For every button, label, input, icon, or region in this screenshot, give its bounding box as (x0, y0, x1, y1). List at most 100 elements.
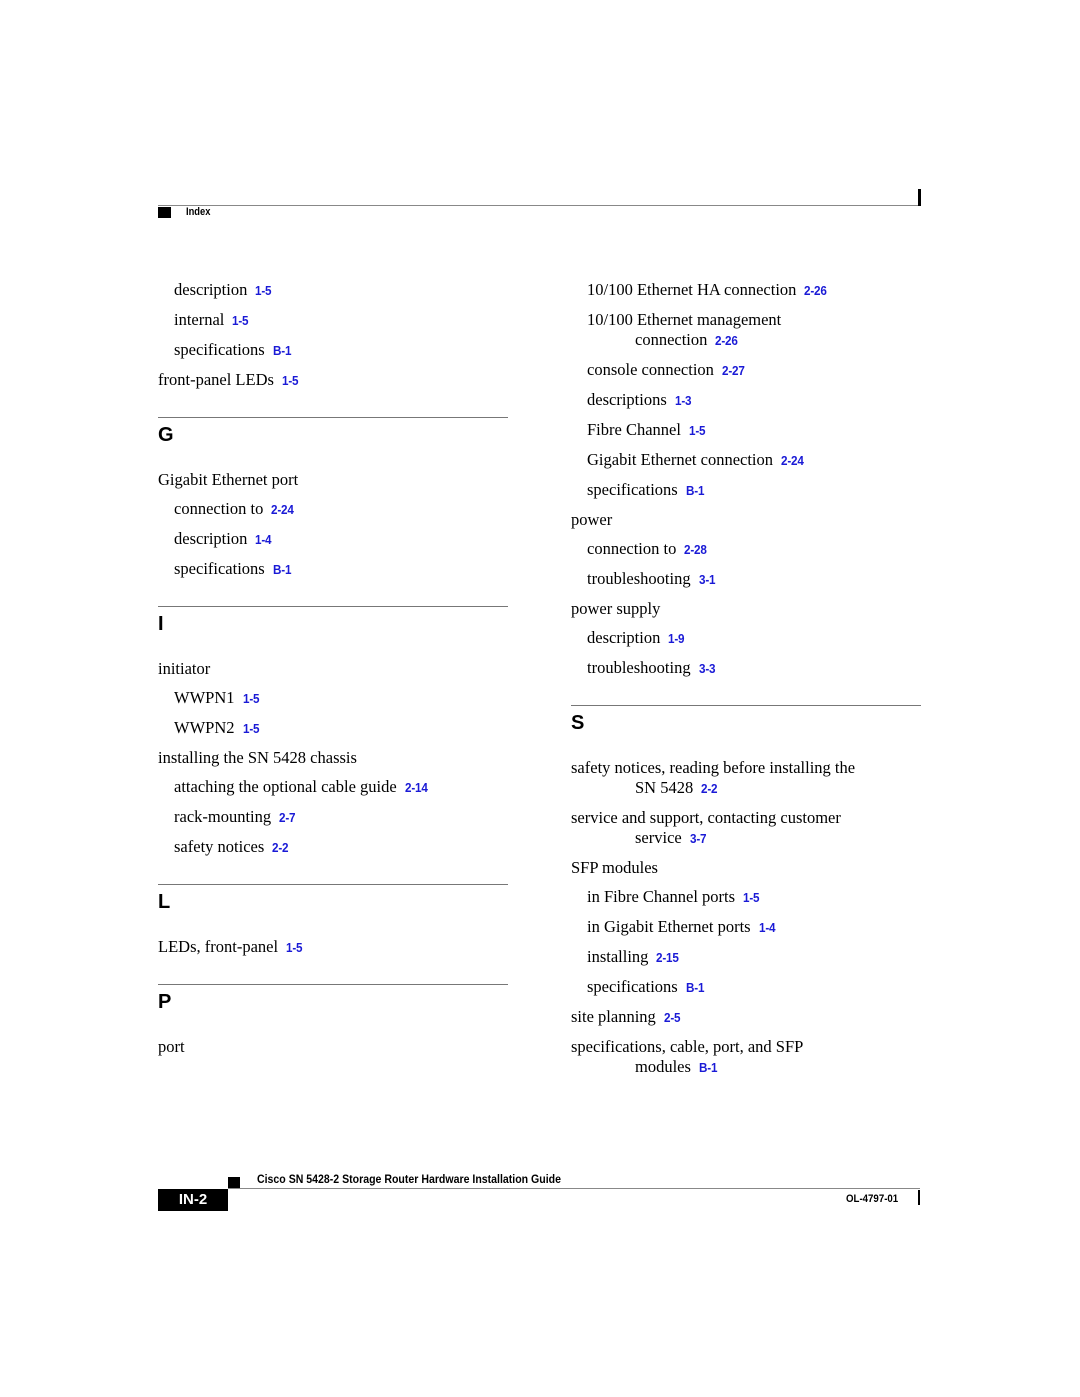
footer-rule (228, 1188, 920, 1189)
page-reference-link[interactable]: 2-26 (804, 281, 827, 301)
page-reference-link[interactable]: B-1 (273, 560, 292, 580)
index-subentry: internal 1-5 (158, 310, 508, 331)
page-reference-link[interactable]: 2-27 (722, 361, 745, 381)
entry-term: WWPN2 (174, 718, 235, 737)
page-reference-link[interactable]: 2-28 (684, 540, 707, 560)
page-reference-link[interactable]: 1-4 (759, 918, 776, 938)
entry-term: safety notices, reading before installin… (571, 758, 856, 777)
index-subentry: connection to 2-24 (158, 499, 508, 520)
header-section-label: Index (186, 206, 211, 218)
index-subentry: specifications B-1 (158, 340, 508, 361)
page-reference-link[interactable]: 1-5 (255, 281, 272, 301)
index-subentry: safety notices 2-2 (158, 837, 508, 858)
page-reference-link[interactable]: 1-3 (675, 391, 692, 411)
index-entry: Gigabit Ethernet port (158, 470, 508, 490)
index-subentry: 10/100 Ethernet HA connection 2-26 (571, 280, 921, 301)
page-reference-link[interactable]: 1-4 (255, 530, 272, 550)
index-entry: specifications, cable, port, and SFP modu… (571, 1037, 921, 1078)
section-divider (158, 984, 508, 985)
entry-term: 10/100 Ethernet HA connection (587, 280, 797, 299)
page-reference-link[interactable]: 1-5 (689, 421, 706, 441)
section-letter-heading: P (158, 991, 172, 1013)
page-reference-link[interactable]: 1-5 (243, 689, 260, 709)
entry-term: description (174, 529, 248, 548)
page-reference-link[interactable]: B-1 (699, 1058, 718, 1078)
footer-page-number: IN-2 (158, 1189, 228, 1211)
right-column: 10/100 Ethernet HA connection 2-26 10/100 … (571, 280, 921, 1087)
entry-term: initiator (158, 659, 211, 678)
page-reference-link[interactable]: B-1 (686, 978, 705, 998)
page-reference-link[interactable]: 1-5 (243, 719, 260, 739)
page-reference-link[interactable]: B-1 (686, 481, 705, 501)
entry-term: descriptions (587, 390, 667, 409)
entry-term: connection to (174, 499, 264, 518)
section-divider (158, 606, 508, 607)
entry-term: SFP modules (571, 858, 658, 877)
entry-term: console connection (587, 360, 714, 379)
entry-term: specifications (587, 977, 678, 996)
entry-term: installing the SN 5428 chassis (158, 748, 357, 767)
index-subentry: description 1-9 (571, 628, 921, 649)
page-reference-link[interactable]: 1-5 (743, 888, 760, 908)
page-reference-link[interactable]: 1-5 (282, 371, 299, 391)
page-reference-link[interactable]: 2-2 (701, 779, 718, 799)
page-reference-link[interactable]: 2-7 (279, 808, 296, 828)
page-reference-link[interactable]: 2-5 (664, 1008, 681, 1028)
section-entries: LEDs, front-panel 1-5 (158, 937, 508, 958)
index-subentry: 10/100 Ethernet management connection 2-26 (571, 310, 921, 351)
index-entry: power (571, 510, 921, 530)
section-divider (158, 417, 508, 418)
index-subentry: WWPN1 1-5 (158, 688, 508, 709)
section-letter-heading: G (158, 424, 174, 446)
entry-term: service and support, contacting customer (571, 808, 841, 827)
right-sections: Ssafety notices, reading before installi… (571, 705, 921, 1078)
index-subentry: in Fibre Channel ports 1-5 (571, 887, 921, 908)
index-entry: site planning 2-5 (571, 1007, 921, 1028)
page-reference-link[interactable]: 2-24 (781, 451, 804, 471)
page-reference-link[interactable]: 3-3 (699, 659, 716, 679)
index-entry: safety notices, reading before installin… (571, 758, 921, 799)
entry-term: attaching the optional cable guide (174, 777, 397, 796)
index-section: Iinitiator WWPN1 1-5 WWPN2 1-5 installing the… (158, 606, 508, 858)
entry-continuation-text: modules (635, 1057, 691, 1076)
header-square-marker (158, 207, 171, 218)
index-section: L LEDs, front-panel 1-5 (158, 884, 508, 958)
entry-term: specifications (587, 480, 678, 499)
page-reference-link[interactable]: 2-15 (656, 948, 679, 968)
footer-corner-bar (918, 1190, 920, 1205)
index-section: Pport (158, 984, 508, 1057)
page-reference-link[interactable]: 3-7 (690, 829, 707, 849)
section-entries: safety notices, reading before installin… (571, 758, 921, 1078)
entry-continuation-text: SN 5428 (635, 778, 694, 797)
index-entry: service and support, contacting customer… (571, 808, 921, 849)
page-reference-link[interactable]: 1-9 (668, 629, 685, 649)
entry-term: Fibre Channel (587, 420, 681, 439)
page-reference-link[interactable]: 2-14 (405, 778, 428, 798)
page-reference-link[interactable]: B-1 (273, 341, 292, 361)
entry-term: troubleshooting (587, 658, 691, 677)
entry-term: description (587, 628, 661, 647)
index-page: Index description 1-5 internal 1-5 specifica… (0, 0, 1080, 1397)
index-subentry: troubleshooting 3-1 (571, 569, 921, 590)
index-subentry: specifications B-1 (158, 559, 508, 580)
entry-term: in Gigabit Ethernet ports (587, 917, 751, 936)
entry-continuation: connection 2-26 (587, 330, 921, 351)
page-reference-link[interactable]: 2-2 (272, 838, 289, 858)
entry-term: installing (587, 947, 649, 966)
header-corner-bar (918, 189, 921, 206)
entry-term: power (571, 510, 613, 529)
entry-continuation-text: service (635, 828, 682, 847)
page-reference-link[interactable]: 2-26 (715, 331, 738, 351)
entry-term: site planning (571, 1007, 656, 1026)
page-reference-link[interactable]: 1-5 (232, 311, 249, 331)
section-divider (571, 705, 921, 706)
page-reference-link[interactable]: 2-24 (271, 500, 294, 520)
page-reference-link[interactable]: 3-1 (699, 570, 716, 590)
entry-term: port (158, 1037, 185, 1056)
page-reference-link[interactable]: 1-5 (286, 938, 303, 958)
section-letter-heading: I (158, 613, 164, 635)
entry-term: Gigabit Ethernet connection (587, 450, 774, 469)
entry-term: safety notices (174, 837, 265, 856)
section-entries: port (158, 1037, 508, 1057)
index-subentry: description 1-5 (158, 280, 508, 301)
